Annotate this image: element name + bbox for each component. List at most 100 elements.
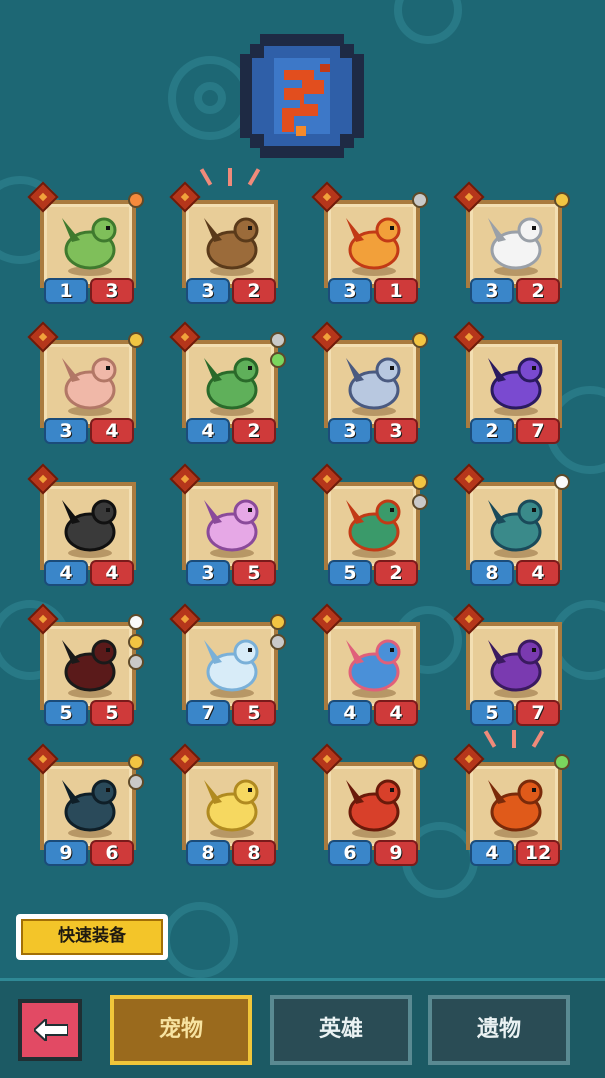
lava-golem-icon bbox=[488, 779, 543, 832]
pet-card[interactable]: 96 bbox=[27, 743, 144, 866]
pet-attack: 3 bbox=[186, 560, 230, 586]
pet-health: 8 bbox=[232, 840, 276, 866]
skull-ability-icon bbox=[412, 192, 428, 208]
pet-health: 5 bbox=[232, 560, 276, 586]
pet-attack: 2 bbox=[470, 418, 514, 444]
pet-health: 2 bbox=[232, 418, 276, 444]
shadow-beast-icon bbox=[62, 639, 117, 692]
pet-card[interactable]: 13 bbox=[27, 181, 144, 304]
pet-card[interactable]: 27 bbox=[453, 321, 570, 444]
pet-attack: 5 bbox=[328, 560, 372, 586]
jade-serpent-icon bbox=[346, 499, 401, 552]
pet-attack: 8 bbox=[186, 840, 230, 866]
tab-relics[interactable]: 遗物 bbox=[428, 995, 570, 1065]
skull-ability-icon bbox=[128, 654, 144, 670]
pet-card[interactable]: 34 bbox=[27, 321, 144, 444]
pet-health: 2 bbox=[232, 278, 276, 304]
gold-ability-icon bbox=[270, 614, 286, 630]
pet-card[interactable]: 42 bbox=[169, 321, 286, 444]
bottom-nav: 宠物 英雄 遗物 bbox=[0, 978, 605, 1078]
back-arrow-icon bbox=[34, 1019, 68, 1041]
gold-ability-icon bbox=[128, 634, 144, 650]
pet-health: 3 bbox=[90, 278, 134, 304]
gold-ability-icon bbox=[128, 754, 144, 770]
pet-attack: 3 bbox=[44, 418, 88, 444]
gold-ability-icon bbox=[128, 332, 144, 348]
pet-card[interactable]: 84 bbox=[453, 463, 570, 586]
bone-dragon-icon bbox=[62, 499, 117, 552]
pet-attack: 4 bbox=[328, 700, 372, 726]
pet-attack: 3 bbox=[328, 418, 372, 444]
skull-ability-icon bbox=[128, 774, 144, 790]
pet-card[interactable]: 33 bbox=[311, 321, 428, 444]
pet-health: 4 bbox=[90, 418, 134, 444]
pet-attack: 6 bbox=[328, 840, 372, 866]
quick-equip-label: 快速装备 bbox=[21, 919, 163, 955]
back-button[interactable] bbox=[18, 999, 82, 1061]
pet-card[interactable]: 44 bbox=[27, 463, 144, 586]
pink-puffball-icon bbox=[62, 357, 117, 410]
silver-dragon-icon bbox=[346, 357, 401, 410]
gold-ability-icon bbox=[554, 192, 570, 208]
spark-mark bbox=[247, 168, 261, 186]
skull-ability-icon bbox=[270, 332, 286, 348]
pet-health: 5 bbox=[232, 700, 276, 726]
pet-health: 4 bbox=[374, 700, 418, 726]
pet-attack: 4 bbox=[186, 418, 230, 444]
pet-attack: 5 bbox=[44, 700, 88, 726]
pet-card[interactable]: 75 bbox=[169, 603, 286, 726]
pet-attack: 8 bbox=[470, 560, 514, 586]
pet-card[interactable]: 32 bbox=[453, 181, 570, 304]
spark-mark bbox=[199, 168, 213, 186]
pet-card[interactable]: 4 12 bbox=[453, 730, 570, 866]
pet-card[interactable]: 31 bbox=[311, 181, 428, 304]
green-ability-icon bbox=[554, 754, 570, 770]
spark-mark bbox=[228, 168, 232, 186]
pet-health: 3 bbox=[374, 418, 418, 444]
pet-health: 5 bbox=[90, 700, 134, 726]
green-wyvern-icon bbox=[204, 357, 259, 410]
pet-card[interactable]: 57 bbox=[453, 603, 570, 726]
white-cat-icon bbox=[488, 217, 543, 270]
gold-ability-icon bbox=[412, 332, 428, 348]
pet-attack: 3 bbox=[328, 278, 372, 304]
quick-equip-button[interactable]: 快速装备 bbox=[16, 914, 168, 960]
fire-hatchling-icon bbox=[346, 217, 401, 270]
purple-dragon-icon bbox=[488, 639, 543, 692]
blue-sea-serpent-icon bbox=[346, 639, 401, 692]
pet-card[interactable]: 88 bbox=[169, 743, 286, 866]
pet-card[interactable]: 52 bbox=[311, 463, 428, 586]
spark-mark bbox=[531, 730, 545, 748]
pet-card[interactable]: 55 bbox=[27, 603, 144, 726]
void-dragon-icon bbox=[488, 357, 543, 410]
red-dragon-icon bbox=[346, 779, 401, 832]
green-ability-icon bbox=[270, 352, 286, 368]
pet-card[interactable]: 32 bbox=[169, 168, 286, 304]
orange-ability-icon bbox=[128, 192, 144, 208]
pink-fairy-dragon-icon bbox=[204, 499, 259, 552]
pet-card[interactable]: 44 bbox=[311, 603, 428, 726]
pet-health: 2 bbox=[374, 560, 418, 586]
pet-attack: 4 bbox=[470, 840, 514, 866]
pet-attack: 3 bbox=[470, 278, 514, 304]
pet-attack: 9 bbox=[44, 840, 88, 866]
pet-health: 4 bbox=[516, 560, 560, 586]
pet-health: 4 bbox=[90, 560, 134, 586]
pet-card[interactable]: 69 bbox=[311, 743, 428, 866]
dark-serpent-icon bbox=[62, 779, 117, 832]
white-ability-icon bbox=[128, 614, 144, 630]
gold-ability-icon bbox=[412, 474, 428, 490]
gold-ability-icon bbox=[412, 754, 428, 770]
tab-pets[interactable]: 宠物 bbox=[110, 995, 252, 1065]
white-ability-icon bbox=[554, 474, 570, 490]
pet-health: 9 bbox=[374, 840, 418, 866]
tab-heroes[interactable]: 英雄 bbox=[270, 995, 412, 1065]
hydra-icon bbox=[488, 499, 543, 552]
golden-dragon-icon bbox=[204, 779, 259, 832]
spark-mark bbox=[483, 730, 497, 748]
pet-card[interactable]: 35 bbox=[169, 463, 286, 586]
pet-health: 1 bbox=[374, 278, 418, 304]
green-dragonling-icon bbox=[62, 217, 117, 270]
pet-health: 12 bbox=[516, 840, 560, 866]
pet-health: 7 bbox=[516, 700, 560, 726]
